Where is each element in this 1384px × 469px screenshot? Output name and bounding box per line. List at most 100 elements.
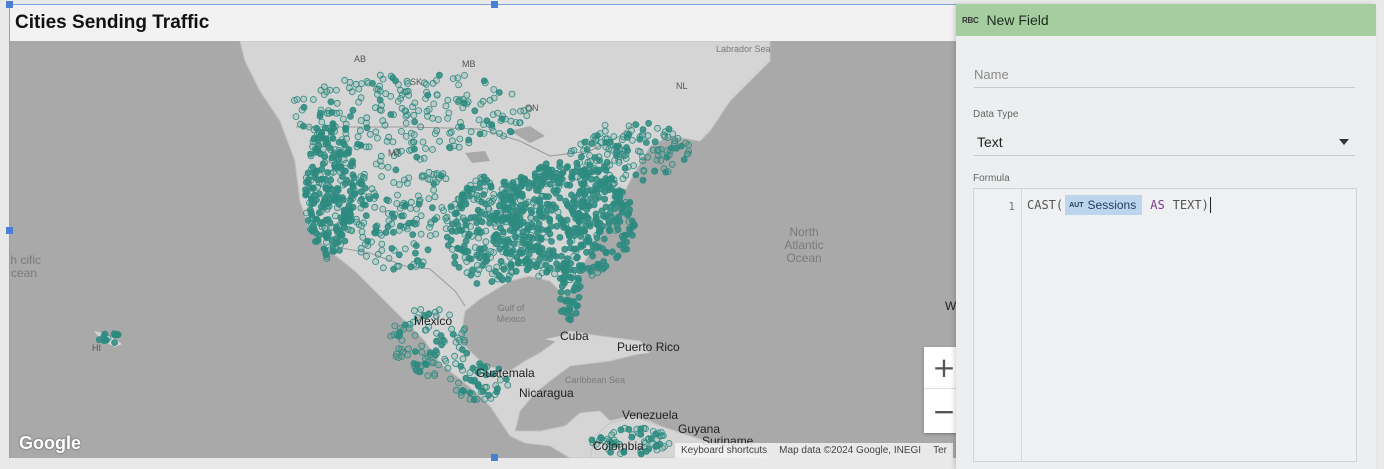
city-point — [621, 164, 629, 172]
resize-handle-left[interactable] — [6, 227, 13, 234]
city-point — [411, 99, 419, 107]
city-point — [446, 129, 454, 137]
city-point — [590, 201, 598, 209]
city-point — [412, 366, 420, 374]
city-point — [373, 134, 381, 142]
city-point — [322, 140, 330, 148]
city-point — [561, 267, 568, 275]
resize-handle-top-left[interactable] — [6, 1, 13, 8]
city-point — [616, 194, 623, 202]
city-point — [565, 202, 572, 210]
keyboard-shortcuts-link[interactable]: Keyboard shortcuts — [681, 445, 767, 456]
city-point — [460, 336, 468, 344]
city-point — [566, 231, 573, 239]
resize-handle-bottom[interactable] — [491, 454, 498, 461]
city-point — [342, 167, 349, 175]
city-point — [379, 264, 387, 272]
city-point — [560, 306, 568, 314]
city-point — [298, 106, 306, 114]
line-gutter: 1 — [974, 189, 1022, 461]
text-type-icon: RBC — [962, 15, 979, 25]
map-chart-component[interactable]: Cities Sending Traffic AB SK MB ON NL MT… — [6, 1, 989, 461]
city-point — [363, 124, 371, 132]
city-point — [114, 331, 121, 338]
city-point — [431, 372, 439, 380]
city-point — [430, 180, 438, 188]
data-type-select[interactable]: Text — [974, 128, 1355, 156]
city-point — [531, 173, 539, 181]
city-point — [474, 206, 482, 214]
city-point — [325, 202, 333, 210]
city-point — [618, 205, 625, 213]
city-point — [594, 269, 601, 277]
terms-link[interactable]: Ter — [933, 445, 947, 456]
city-point — [328, 223, 336, 231]
city-point — [517, 202, 525, 210]
city-point — [335, 246, 343, 254]
resize-handle-top[interactable] — [491, 1, 498, 8]
formula-editor[interactable]: 1 CAST( AUT Sessions AS TEXT) — [973, 188, 1357, 462]
city-point — [320, 83, 328, 91]
city-point — [603, 151, 611, 158]
city-point — [517, 107, 524, 115]
city-point — [317, 219, 325, 227]
city-point — [459, 355, 467, 363]
formula-line[interactable]: CAST( AUT Sessions AS TEXT) — [1022, 189, 1356, 215]
city-point — [506, 263, 514, 271]
city-point — [466, 389, 474, 397]
map-canvas[interactable] — [10, 41, 988, 458]
city-point — [309, 226, 317, 234]
city-point — [409, 231, 417, 239]
city-point — [492, 211, 499, 219]
city-point — [566, 181, 574, 189]
city-point — [348, 88, 356, 96]
city-point — [401, 245, 409, 253]
sessions-field-chip[interactable]: AUT Sessions — [1065, 195, 1143, 215]
city-point — [649, 146, 657, 154]
city-point — [410, 220, 418, 228]
city-point — [372, 223, 380, 231]
city-point — [610, 217, 618, 225]
city-point — [568, 237, 576, 244]
city-point — [325, 109, 333, 117]
bubble-map[interactable]: AB SK MB ON NL MT HI Labrador Sea Gulf o… — [10, 41, 988, 458]
city-point — [422, 145, 429, 152]
city-point — [334, 156, 342, 164]
city-point — [556, 163, 564, 170]
label-caribbean-sea: Caribbean Sea — [565, 375, 626, 385]
city-point — [393, 200, 401, 207]
city-point — [537, 203, 544, 211]
field-name-input[interactable] — [974, 62, 1355, 88]
city-point — [584, 264, 592, 272]
map-attribution: Keyboard shortcuts Map data ©2024 Google… — [675, 443, 953, 458]
city-point — [348, 227, 356, 235]
city-point — [521, 175, 529, 183]
city-point — [299, 122, 307, 130]
city-point — [665, 151, 673, 159]
city-point — [630, 221, 638, 229]
city-point — [601, 195, 609, 203]
city-point — [408, 146, 415, 154]
city-point — [586, 152, 593, 159]
city-point — [323, 255, 331, 262]
city-point — [522, 258, 530, 265]
city-point — [461, 72, 468, 79]
city-point — [614, 252, 622, 260]
city-point — [629, 431, 636, 439]
city-point — [405, 345, 412, 353]
city-point — [564, 289, 571, 296]
city-point — [330, 247, 338, 255]
city-point — [435, 306, 443, 314]
city-point — [339, 194, 346, 202]
city-point — [484, 204, 492, 212]
city-point — [490, 94, 498, 102]
city-point — [544, 226, 552, 234]
city-point — [509, 216, 517, 223]
label-on: ON — [525, 103, 539, 113]
city-point — [496, 191, 504, 199]
city-point — [625, 210, 633, 217]
city-point — [393, 262, 401, 270]
city-point — [401, 321, 409, 329]
city-point — [440, 338, 448, 346]
city-point — [418, 261, 426, 269]
